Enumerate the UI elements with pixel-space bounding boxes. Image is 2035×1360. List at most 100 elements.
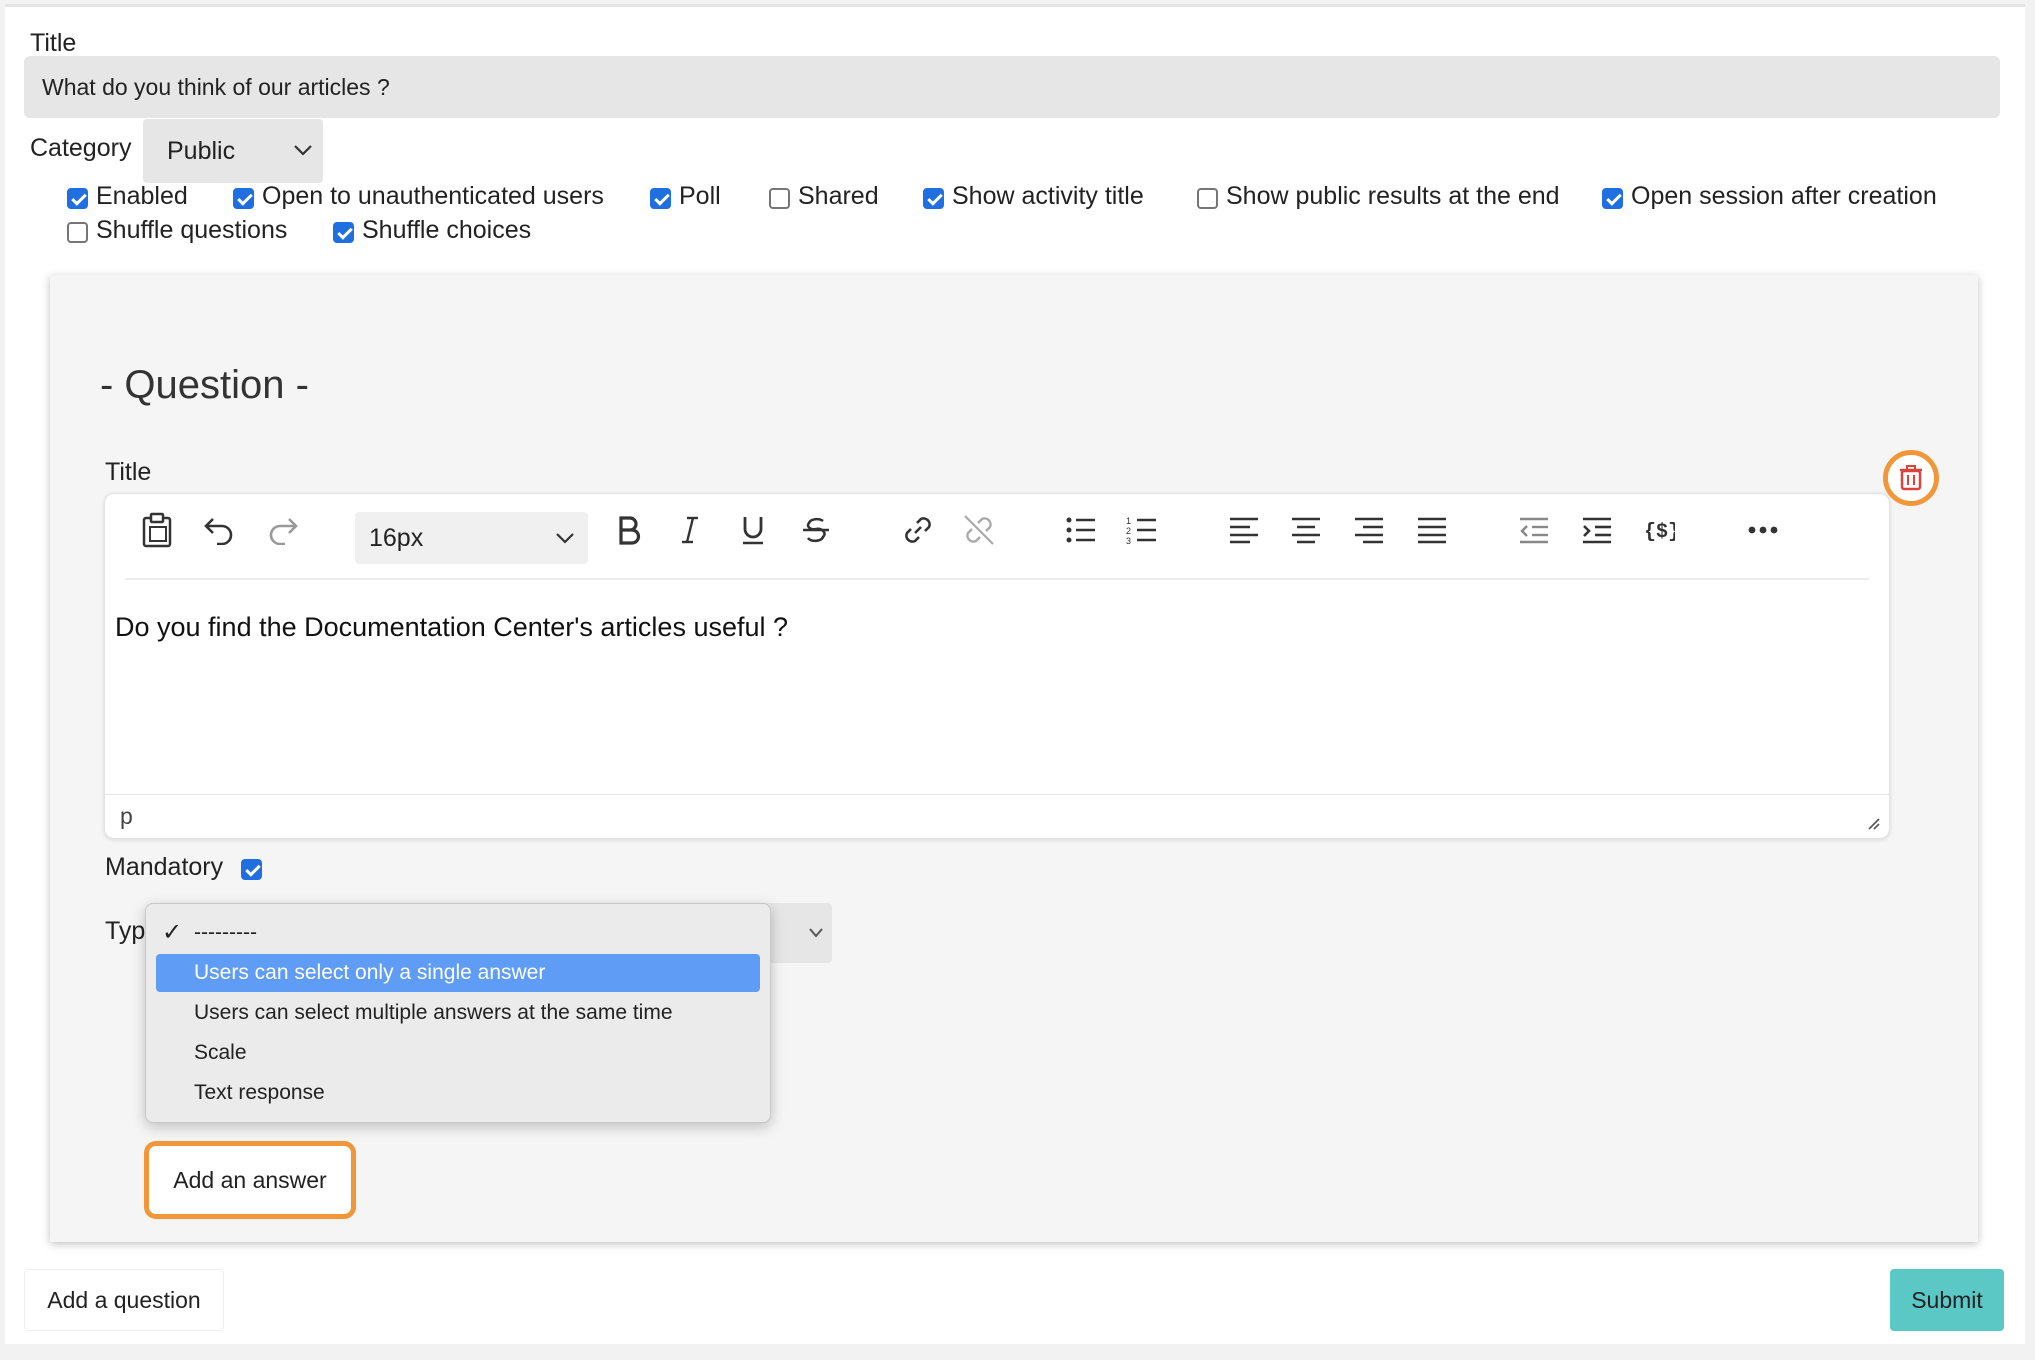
svg-text:1: 1 bbox=[1126, 516, 1131, 526]
clipboard-icon bbox=[142, 512, 172, 548]
indent-button[interactable] bbox=[1575, 508, 1619, 552]
link-button[interactable] bbox=[896, 508, 940, 552]
indent-icon bbox=[1583, 517, 1611, 544]
shared-label: Shared bbox=[798, 182, 879, 210]
type-option-multiple[interactable]: Users can select multiple answers at the… bbox=[156, 994, 760, 1032]
align-right-icon bbox=[1355, 517, 1383, 544]
delete-question-button[interactable] bbox=[1883, 450, 1939, 506]
shuffle-choices-label: Shuffle choices bbox=[362, 216, 532, 244]
type-option-label: Users can select multiple answers at the… bbox=[194, 1001, 673, 1024]
category-label: Category bbox=[30, 134, 132, 162]
shuffle-questions-checkbox[interactable] bbox=[67, 222, 88, 243]
enabled-label: Enabled bbox=[96, 182, 188, 210]
chevron-down-icon bbox=[809, 928, 823, 938]
type-option-label: --------- bbox=[194, 921, 257, 944]
outdent-button[interactable] bbox=[1512, 508, 1556, 552]
unlink-icon bbox=[964, 515, 994, 545]
type-option-label: Text response bbox=[194, 1081, 325, 1104]
category-value: Public bbox=[167, 137, 236, 165]
shuffle-choices-checkbox[interactable] bbox=[333, 222, 354, 243]
bullet-list-icon bbox=[1066, 517, 1095, 543]
numbered-list-icon: 1 2 3 bbox=[1126, 516, 1156, 545]
show-public-results-checkbox[interactable] bbox=[1197, 188, 1218, 209]
align-right-button[interactable] bbox=[1347, 508, 1391, 552]
show-activity-title-label: Show activity title bbox=[952, 182, 1144, 210]
strikethrough-icon bbox=[803, 517, 829, 543]
underline-icon bbox=[743, 517, 763, 545]
chevron-down-icon bbox=[294, 145, 312, 156]
show-public-results-label: Show public results at the end bbox=[1226, 182, 1560, 210]
type-option-none[interactable]: ✓ --------- bbox=[156, 914, 760, 952]
more-options-button[interactable] bbox=[1741, 508, 1785, 552]
font-size-value: 16px bbox=[369, 524, 424, 552]
title-input[interactable]: What do you think of our articles ? bbox=[24, 56, 2000, 118]
question-title-label: Title bbox=[105, 458, 152, 486]
question-panel: - Question - Title 16px 1 2 3 {$ Do you … bbox=[50, 275, 1978, 1242]
category-select[interactable]: Public bbox=[143, 119, 323, 183]
checkmark-icon: ✓ bbox=[162, 919, 183, 946]
outdent-icon bbox=[1520, 517, 1548, 544]
align-left-icon bbox=[1230, 517, 1258, 544]
type-label: Typ bbox=[105, 917, 146, 945]
type-option-label: Scale bbox=[194, 1041, 247, 1064]
shuffle-questions-label: Shuffle questions bbox=[96, 216, 288, 244]
type-option-single[interactable]: Users can select only a single answer bbox=[156, 954, 760, 992]
rich-text-editor: 16px 1 2 3 {$ Do you find the Documentat… bbox=[104, 493, 1890, 839]
question-heading: - Question - bbox=[100, 363, 309, 407]
open-unauth-checkbox[interactable] bbox=[233, 188, 254, 209]
code-variable-button[interactable]: {$} bbox=[1637, 508, 1681, 552]
align-left-button[interactable] bbox=[1222, 508, 1266, 552]
open-session-label: Open session after creation bbox=[1631, 182, 1937, 210]
italic-icon bbox=[682, 516, 698, 544]
align-center-button[interactable] bbox=[1284, 508, 1328, 552]
undo-icon bbox=[204, 518, 233, 545]
numbered-list-button[interactable]: 1 2 3 bbox=[1120, 508, 1164, 552]
link-icon bbox=[905, 517, 931, 543]
show-activity-title-checkbox[interactable] bbox=[923, 188, 944, 209]
mandatory-label: Mandatory bbox=[105, 853, 224, 881]
add-question-button[interactable]: Add a question bbox=[24, 1269, 224, 1331]
type-option-scale[interactable]: Scale bbox=[156, 1034, 760, 1072]
undo-button[interactable] bbox=[197, 508, 241, 552]
redo-button[interactable] bbox=[261, 508, 305, 552]
bold-icon bbox=[619, 516, 641, 545]
editor-content[interactable]: Do you find the Documentation Center's a… bbox=[115, 612, 788, 643]
poll-checkbox[interactable] bbox=[650, 188, 671, 209]
bullet-list-button[interactable] bbox=[1059, 508, 1103, 552]
poll-label: Poll bbox=[679, 182, 721, 210]
underline-button[interactable] bbox=[731, 508, 775, 552]
toolbar-divider bbox=[125, 578, 1869, 580]
open-session-checkbox[interactable] bbox=[1602, 188, 1623, 209]
open-unauth-label: Open to unauthenticated users bbox=[262, 182, 604, 210]
activity-form: Title What do you think of our articles … bbox=[5, 4, 2025, 1344]
type-option-text[interactable]: Text response bbox=[156, 1074, 760, 1112]
redo-icon bbox=[269, 518, 298, 545]
trash-icon bbox=[1900, 465, 1922, 491]
resize-handle-icon[interactable] bbox=[1865, 815, 1881, 831]
paste-button[interactable] bbox=[135, 508, 179, 552]
mandatory-checkbox[interactable] bbox=[241, 859, 262, 880]
braces-icon: {$} bbox=[1644, 521, 1675, 544]
shared-checkbox[interactable] bbox=[769, 188, 790, 209]
title-label: Title bbox=[30, 29, 77, 57]
type-option-label: Users can select only a single answer bbox=[194, 961, 546, 984]
enabled-checkbox[interactable] bbox=[67, 188, 88, 209]
element-path[interactable]: p bbox=[120, 803, 133, 830]
editor-statusbar: p bbox=[105, 794, 1889, 840]
bold-button[interactable] bbox=[607, 508, 651, 552]
add-answer-button[interactable]: Add an answer bbox=[144, 1141, 356, 1219]
justify-icon bbox=[1418, 517, 1446, 544]
italic-button[interactable] bbox=[668, 508, 712, 552]
svg-text:{$}: {$} bbox=[1644, 521, 1675, 544]
svg-text:2: 2 bbox=[1126, 526, 1131, 536]
type-dropdown-menu: ✓ --------- Users can select only a sing… bbox=[145, 903, 771, 1123]
font-size-select[interactable]: 16px bbox=[355, 512, 588, 564]
justify-button[interactable] bbox=[1410, 508, 1454, 552]
strikethrough-button[interactable] bbox=[794, 508, 838, 552]
chevron-down-icon bbox=[556, 533, 574, 544]
submit-button[interactable]: Submit bbox=[1890, 1269, 2004, 1331]
align-center-icon bbox=[1292, 517, 1320, 544]
unlink-button[interactable] bbox=[957, 508, 1001, 552]
svg-text:3: 3 bbox=[1126, 536, 1131, 545]
ellipsis-icon bbox=[1748, 526, 1778, 534]
